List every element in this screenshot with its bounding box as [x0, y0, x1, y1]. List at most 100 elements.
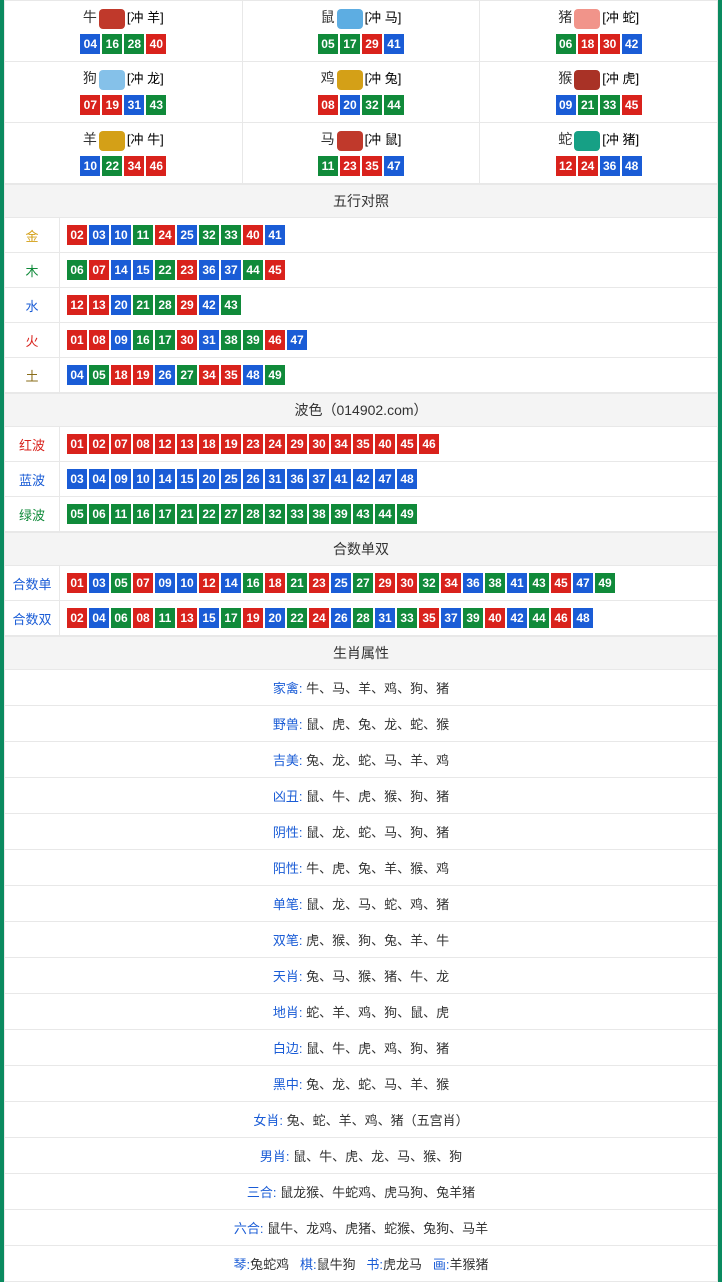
- number-ball: 41: [507, 573, 527, 593]
- number-ball: 14: [221, 573, 241, 593]
- number-ball: 01: [67, 330, 87, 350]
- attr-row: 野兽: 鼠、虎、兔、龙、蛇、猴: [5, 706, 718, 742]
- number-ball: 25: [221, 469, 241, 489]
- attr-label: 天肖:: [273, 969, 303, 984]
- number-ball: 19: [243, 608, 263, 628]
- number-ball: 04: [67, 365, 87, 385]
- number-ball: 31: [265, 469, 285, 489]
- number-ball: 13: [177, 608, 197, 628]
- zodiac-icon: [99, 9, 125, 29]
- number-ball: 18: [265, 573, 285, 593]
- number-ball: 42: [507, 608, 527, 628]
- number-ball: 24: [309, 608, 329, 628]
- number-ball: 12: [199, 573, 219, 593]
- number-ball: 08: [133, 434, 153, 454]
- number-ball: 20: [199, 469, 219, 489]
- number-ball: 45: [622, 95, 642, 115]
- number-ball: 23: [340, 156, 360, 176]
- number-ball: 46: [146, 156, 166, 176]
- attr-value: 牛、马、羊、鸡、狗、猪: [306, 681, 449, 696]
- number-ball: 06: [67, 260, 87, 280]
- row-label: 合数双: [5, 601, 60, 636]
- number-ball: 12: [67, 295, 87, 315]
- zodiac-grid: 牛[冲 羊]04162840鼠[冲 马]05172941猪[冲 蛇]061830…: [4, 0, 718, 184]
- number-ball: 25: [331, 573, 351, 593]
- number-ball: 06: [89, 504, 109, 524]
- number-ball: 04: [80, 34, 100, 54]
- number-ball: 17: [155, 504, 175, 524]
- number-ball: 07: [89, 260, 109, 280]
- zodiac-icon: [337, 131, 363, 151]
- number-ball: 16: [243, 573, 263, 593]
- number-ball: 35: [353, 434, 373, 454]
- row-numbers: 02031011242532334041: [60, 218, 718, 253]
- attr-row: 天肖: 兔、马、猴、猪、牛、龙: [5, 958, 718, 994]
- number-ball: 30: [397, 573, 417, 593]
- heshu-table: 合数单双 合数单01030507091012141618212325272930…: [4, 532, 718, 636]
- zodiac-name: 鼠: [321, 9, 335, 25]
- attr-row: 凶丑: 鼠、牛、虎、猴、狗、猪: [5, 778, 718, 814]
- zodiac-chong: [冲 马]: [365, 10, 402, 25]
- row-numbers: 0102070812131819232429303435404546: [60, 427, 718, 462]
- row-numbers: 06071415222336374445: [60, 253, 718, 288]
- zodiac-icon: [337, 70, 363, 90]
- number-ball: 44: [529, 608, 549, 628]
- number-ball: 33: [397, 608, 417, 628]
- attr-row: 男肖: 鼠、牛、虎、龙、马、猴、狗: [5, 1138, 718, 1174]
- number-ball: 05: [318, 34, 338, 54]
- number-ball: 21: [133, 295, 153, 315]
- attr-row: 三合: 鼠龙猴、牛蛇鸡、虎马狗、兔羊猪: [5, 1174, 718, 1210]
- number-ball: 43: [221, 295, 241, 315]
- number-ball: 09: [111, 330, 131, 350]
- number-ball: 05: [67, 504, 87, 524]
- row-label: 木: [5, 253, 60, 288]
- zodiac-chong: [冲 猪]: [602, 132, 639, 147]
- number-ball: 35: [221, 365, 241, 385]
- number-ball: 06: [556, 34, 576, 54]
- number-ball: 48: [397, 469, 417, 489]
- number-ball: 12: [556, 156, 576, 176]
- number-ball: 10: [133, 469, 153, 489]
- number-ball: 35: [362, 156, 382, 176]
- zodiac-name: 鸡: [321, 70, 335, 86]
- number-ball: 15: [199, 608, 219, 628]
- number-ball: 45: [397, 434, 417, 454]
- attrs-header: 生肖属性: [5, 637, 718, 670]
- number-ball: 31: [199, 330, 219, 350]
- attrs-table: 生肖属性 家禽: 牛、马、羊、鸡、狗、猪野兽: 鼠、虎、兔、龙、蛇、猴吉美: 兔…: [4, 636, 718, 1282]
- number-ball: 38: [485, 573, 505, 593]
- number-ball: 27: [221, 504, 241, 524]
- attr-label: 地肖:: [273, 1005, 303, 1020]
- number-ball: 47: [573, 573, 593, 593]
- attr-row: 白边: 鼠、牛、虎、鸡、狗、猪: [5, 1030, 718, 1066]
- number-ball: 21: [578, 95, 598, 115]
- attr-footer-row: 琴:兔蛇鸡 棋:鼠牛狗 书:虎龙马 画:羊猴猪: [5, 1246, 718, 1282]
- number-ball: 40: [485, 608, 505, 628]
- attr-value: 兔、蛇、羊、鸡、猪（五宫肖）: [287, 1113, 469, 1128]
- zodiac-cell: 蛇[冲 猪]12243648: [480, 123, 718, 184]
- row-label: 合数单: [5, 566, 60, 601]
- zodiac-cell: 猪[冲 蛇]06183042: [480, 1, 718, 62]
- number-ball: 17: [221, 608, 241, 628]
- number-ball: 40: [146, 34, 166, 54]
- zodiac-name: 蛇: [558, 131, 572, 147]
- number-ball: 11: [111, 504, 131, 524]
- row-numbers: 0204060811131517192022242628313335373940…: [60, 601, 718, 636]
- number-ball: 09: [556, 95, 576, 115]
- number-ball: 02: [67, 225, 87, 245]
- attr-label: 男肖:: [260, 1149, 290, 1164]
- number-ball: 47: [384, 156, 404, 176]
- zodiac-icon: [574, 131, 600, 151]
- number-ball: 34: [199, 365, 219, 385]
- number-ball: 04: [89, 469, 109, 489]
- number-ball: 22: [199, 504, 219, 524]
- number-ball: 07: [111, 434, 131, 454]
- attr-value: 鼠、虎、兔、龙、蛇、猴: [306, 717, 449, 732]
- attr-value: 鼠、龙、马、蛇、鸡、猪: [306, 897, 449, 912]
- number-ball: 11: [133, 225, 153, 245]
- number-ball: 32: [362, 95, 382, 115]
- number-ball: 44: [384, 95, 404, 115]
- number-ball: 43: [146, 95, 166, 115]
- attr-label: 白边:: [273, 1041, 303, 1056]
- zodiac-chong: [冲 龙]: [127, 71, 164, 86]
